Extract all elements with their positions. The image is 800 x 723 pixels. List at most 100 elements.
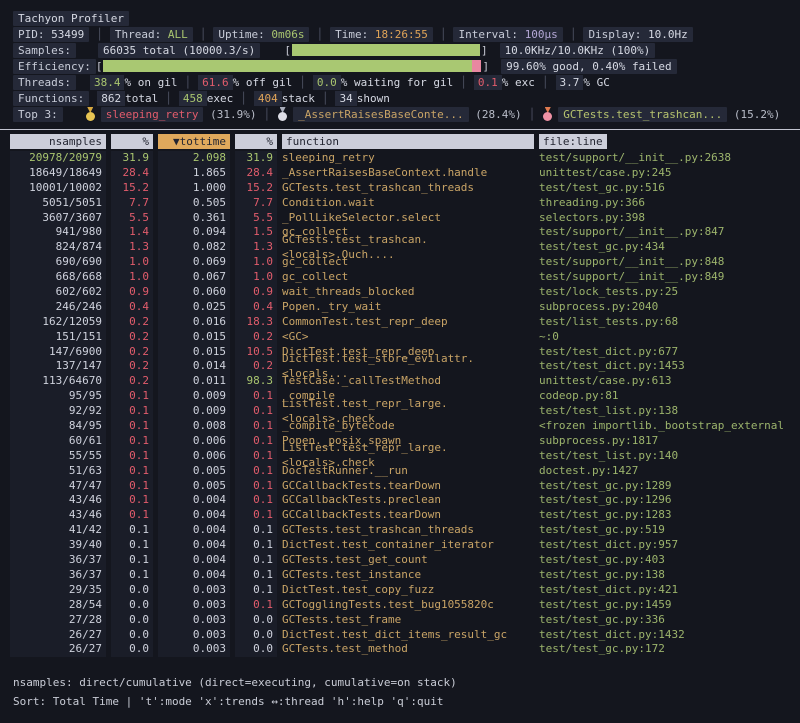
cell-fileline: test/test_dict.py:957 xyxy=(539,538,796,553)
cell-fileline: test/test_dict.py:421 xyxy=(539,583,796,598)
col-header-fileline[interactable]: file:line xyxy=(539,134,607,149)
cell-cum-pct: 0.0 xyxy=(235,613,277,628)
table-row[interactable]: 10001/1000215.21.00015.2GCTests.test_tra… xyxy=(0,181,800,196)
table-row[interactable]: 84/950.10.0080.1_compile_bytecode<frozen… xyxy=(0,419,800,434)
cell-tottime: 0.003 xyxy=(158,642,230,657)
cell-direct-pct: 0.2 xyxy=(111,345,153,360)
table-row[interactable]: 36/370.10.0040.1GCTests.test_instancetes… xyxy=(0,568,800,583)
cell-function: GCTests.test_trashcan_threads xyxy=(282,181,534,196)
cell-tottime: 0.014 xyxy=(158,359,230,374)
col-header-tottime-sorted[interactable]: ▼tottime xyxy=(158,134,230,149)
cell-cum-pct: 0.1 xyxy=(235,523,277,538)
cell-fileline: test/support/__init__.py:847 xyxy=(539,225,796,240)
separator: │ xyxy=(433,28,454,41)
cell-nsamples: 95/95 xyxy=(10,389,106,404)
table-row[interactable]: 26/270.00.0030.0DictTest.test_dict_items… xyxy=(0,628,800,643)
cell-fileline: test/test_gc.py:1459 xyxy=(539,598,796,613)
gc-unit: % GC xyxy=(583,76,610,89)
thread-segment[interactable]: Thread: ALL xyxy=(110,27,193,42)
cell-tottime: 0.015 xyxy=(158,330,230,345)
table-row[interactable]: 3607/36075.50.3615.5_PollLikeSelector.se… xyxy=(0,211,800,226)
cell-function: wait_threads_blocked xyxy=(282,285,534,300)
table-row[interactable]: 92/920.10.0090.1ListTest.test_repr_large… xyxy=(0,404,800,419)
table-row[interactable]: 26/270.00.0030.0GCTests.test_methodtest/… xyxy=(0,642,800,657)
cell-direct-pct: 0.1 xyxy=(111,523,153,538)
pid-value: 53499 xyxy=(51,28,84,41)
cell-nsamples: 47/47 xyxy=(10,479,106,494)
cell-function: CommonTest.test_repr_deep xyxy=(282,315,534,330)
cell-direct-pct: 0.1 xyxy=(111,464,153,479)
silver-medal-icon xyxy=(277,107,288,121)
cell-direct-pct: 1.4 xyxy=(111,225,153,240)
cell-function: _compile_bytecode xyxy=(282,419,534,434)
cell-cum-pct: 0.1 xyxy=(235,538,277,553)
table-row[interactable]: 28/540.00.0030.1GCTogglingTests.test_bug… xyxy=(0,598,800,613)
cell-fileline: codeop.py:81 xyxy=(539,389,796,404)
table-row[interactable]: 151/1510.20.0150.2<GC>~:0 xyxy=(0,330,800,345)
cell-nsamples: 147/6900 xyxy=(10,345,106,360)
col-header-direct-pct[interactable]: % xyxy=(111,134,153,149)
cell-tottime: 0.067 xyxy=(158,270,230,285)
table-row[interactable]: 137/1470.20.0140.2DictTest.test_store_ev… xyxy=(0,359,800,374)
cell-direct-pct: 1.0 xyxy=(111,270,153,285)
table-row[interactable]: 29/350.00.0030.1DictTest.test_copy_fuzzt… xyxy=(0,583,800,598)
table-row[interactable]: 824/8741.30.0821.3GCTests.test_trashcan.… xyxy=(0,240,800,255)
display-segment: Display: 10.0Hz xyxy=(583,27,692,42)
table-row[interactable]: 47/470.10.0050.1GCCallbackTests.tearDown… xyxy=(0,479,800,494)
functions-total-unit: total xyxy=(125,92,158,105)
col-header-function[interactable]: function xyxy=(282,134,534,149)
table-row[interactable]: 668/6681.00.0671.0gc_collecttest/support… xyxy=(0,270,800,285)
table-row[interactable]: 51/630.10.0050.1DocTestRunner.__rundocte… xyxy=(0,464,800,479)
cell-function: GCTogglingTests.test_bug1055820c xyxy=(282,598,534,613)
cell-cum-pct: 0.1 xyxy=(235,553,277,568)
cell-cum-pct: 10.5 xyxy=(235,345,277,360)
table-row[interactable]: 43/460.10.0040.1GCCallbackTests.preclean… xyxy=(0,493,800,508)
table-row[interactable]: 55/550.10.0060.1ListTest.test_repr_large… xyxy=(0,449,800,464)
cell-nsamples: 690/690 xyxy=(10,255,106,270)
table-row[interactable]: 27/280.00.0030.0GCTests.test_frametest/t… xyxy=(0,613,800,628)
cell-fileline: test/support/__init__.py:848 xyxy=(539,255,796,270)
col-header-cum-pct[interactable]: % xyxy=(235,134,277,149)
table-row[interactable]: 36/370.10.0040.1GCTests.test_get_countte… xyxy=(0,553,800,568)
cell-tottime: 0.004 xyxy=(158,508,230,523)
functions-exec-unit: exec xyxy=(207,92,234,105)
table-row[interactable]: 113/646700.20.01198.3TestCase._callTestM… xyxy=(0,374,800,389)
cell-cum-pct: 31.9 xyxy=(235,151,277,166)
bar-close-bracket: ] xyxy=(482,60,489,73)
table-row[interactable]: 162/120590.20.01618.3CommonTest.test_rep… xyxy=(0,315,800,330)
cell-tottime: 0.016 xyxy=(158,315,230,330)
table-row[interactable]: 39/400.10.0040.1DictTest.test_container_… xyxy=(0,538,800,553)
cell-direct-pct: 7.7 xyxy=(111,196,153,211)
separator: │ xyxy=(535,76,556,89)
bar-open-bracket: [ xyxy=(284,44,291,57)
cell-function: GCTests.test_instance xyxy=(282,568,534,583)
cell-cum-pct: 0.0 xyxy=(235,628,277,643)
table-row[interactable]: 41/420.10.0040.1GCTests.test_trashcan_th… xyxy=(0,523,800,538)
cell-fileline: subprocess.py:1817 xyxy=(539,434,796,449)
gold-medal-icon xyxy=(85,107,96,121)
table-row[interactable]: 43/460.10.0040.1GCCallbackTests.tearDown… xyxy=(0,508,800,523)
cell-direct-pct: 31.9 xyxy=(111,151,153,166)
cell-direct-pct: 0.1 xyxy=(111,419,153,434)
cell-cum-pct: 18.3 xyxy=(235,315,277,330)
cell-tottime: 0.004 xyxy=(158,553,230,568)
col-header-nsamples[interactable]: nsamples xyxy=(10,134,106,149)
cell-cum-pct: 0.1 xyxy=(235,389,277,404)
cell-nsamples: 27/28 xyxy=(10,613,106,628)
table-row[interactable]: 20978/2097931.92.09831.9sleeping_retryte… xyxy=(0,151,800,166)
cell-direct-pct: 0.9 xyxy=(111,285,153,300)
samples-summary: 66035 total (10000.3/s) xyxy=(98,43,260,58)
cell-tottime: 2.098 xyxy=(158,151,230,166)
cell-fileline: unittest/case.py:613 xyxy=(539,374,796,389)
cell-direct-pct: 0.1 xyxy=(111,538,153,553)
table-row[interactable]: 5051/50517.70.5057.7Condition.waitthread… xyxy=(0,196,800,211)
table-row[interactable]: 602/6020.90.0600.9wait_threads_blockedte… xyxy=(0,285,800,300)
cell-tottime: 0.004 xyxy=(158,568,230,583)
table-row[interactable]: 690/6901.00.0691.0gc_collecttest/support… xyxy=(0,255,800,270)
table-row[interactable]: 246/2460.40.0250.4Popen._try_waitsubproc… xyxy=(0,300,800,315)
table-row[interactable]: 18649/1864928.41.86528.4_AssertRaisesBas… xyxy=(0,166,800,181)
cell-fileline: subprocess.py:2040 xyxy=(539,300,796,315)
efficiency-label: Efficiency: xyxy=(13,59,96,74)
cell-nsamples: 941/980 xyxy=(10,225,106,240)
cell-cum-pct: 0.4 xyxy=(235,300,277,315)
